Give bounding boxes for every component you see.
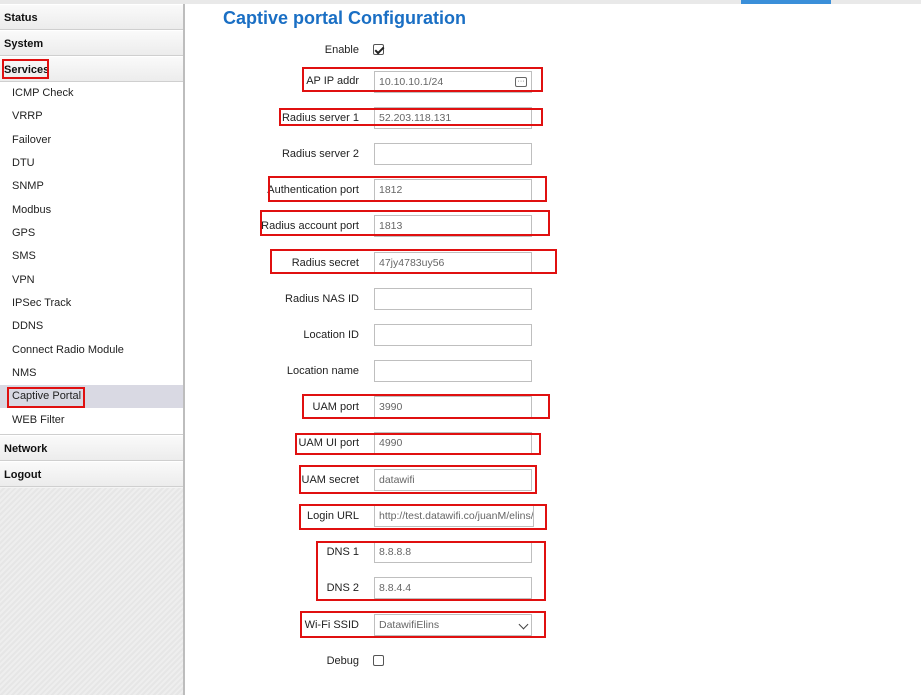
radius-server-2-input[interactable] [374,143,532,165]
sidebar-item-modbus[interactable]: Modbus [0,199,183,222]
sidebar-section-network[interactable]: Network [0,435,183,461]
sidebar-item-ddns[interactable]: DDNS [0,315,183,338]
sidebar-item-icmp-check[interactable]: ICMP Check [0,82,183,105]
sidebar-section-logout[interactable]: Logout [0,461,183,487]
sidebar-item-connect-radio-module[interactable]: Connect Radio Module [0,339,183,362]
radius-server-1-input[interactable]: 52.203.118.131 [374,107,532,129]
sidebar-item-vrrp[interactable]: VRRP [0,105,183,128]
dns-1-label: DNS 1 [326,546,359,558]
uam-ui-port-input[interactable]: 4990 [374,432,532,454]
sidebar-item-dtu[interactable]: DTU [0,152,183,175]
sidebar-item-vpn[interactable]: VPN [0,269,183,292]
authentication-port-input[interactable]: 1812 [374,179,532,201]
sidebar: Status System Services ICMP Check VRRP F… [0,4,185,695]
login-url-label: Login URL [307,510,359,522]
debug-checkbox[interactable] [373,655,384,666]
chevron-down-icon [518,619,529,630]
radius-secret-input[interactable]: 47jy4783uy56 [374,252,532,274]
page-title: Captive portal Configuration [223,8,466,28]
radius-secret-label: Radius secret [291,257,359,269]
authentication-port-label: Authentication port [267,184,359,196]
ap-ip-value: 10.10.10.1/24 [379,76,444,88]
radius-server-2-label: Radius server 2 [281,148,359,160]
sidebar-section-system[interactable]: System [0,30,183,56]
location-name-input[interactable] [374,360,532,382]
sidebar-item-sms[interactable]: SMS [0,245,183,268]
dns-1-input[interactable]: 8.8.8.8 [374,541,532,563]
radius-account-port-input[interactable]: 1813 [374,215,532,237]
dns-2-input[interactable]: 8.8.4.4 [374,577,532,599]
autofill-icon: ··· [515,77,527,87]
debug-label: Debug [326,655,359,667]
services-submenu: ICMP Check VRRP Failover DTU SNMP Modbus… [0,82,183,435]
sidebar-background [0,488,183,695]
sidebar-item-snmp[interactable]: SNMP [0,175,183,198]
location-id-label: Location ID [303,329,359,341]
radius-account-port-label: Radius account port [261,220,359,232]
wifi-ssid-value: DatawifiElins [379,619,440,631]
enable-label: Enable [324,44,359,56]
wifi-ssid-label: Wi-Fi SSID [304,619,359,631]
sidebar-item-gps[interactable]: GPS [0,222,183,245]
uam-secret-label: UAM secret [301,474,359,486]
wifi-ssid-select[interactable]: DatawifiElins [374,614,532,636]
login-url-input[interactable]: http://test.datawifi.co/juanM/elins/lo [374,505,534,527]
dns-2-label: DNS 2 [326,582,359,594]
sidebar-section-services[interactable]: Services [0,56,183,82]
uam-ui-port-label: UAM UI port [298,437,359,449]
sidebar-item-captive-portal[interactable]: Captive Portal [0,385,183,408]
sidebar-item-ipsec-track[interactable]: IPSec Track [0,292,183,315]
radius-nas-id-input[interactable] [374,288,532,310]
ap-ip-input[interactable]: 10.10.10.1/24 ··· [374,71,532,93]
top-accent [741,0,831,4]
sidebar-item-failover[interactable]: Failover [0,129,183,152]
ap-ip-label: AP IP addr [306,75,359,87]
location-id-input[interactable] [374,324,532,346]
enable-checkbox[interactable] [373,44,384,55]
uam-port-input[interactable]: 3990 [374,396,532,418]
sidebar-item-web-filter[interactable]: WEB Filter [0,409,183,432]
radius-nas-id-label: Radius NAS ID [285,293,359,305]
uam-secret-input[interactable]: datawifi [374,469,532,491]
sidebar-section-status[interactable]: Status [0,4,183,30]
location-name-label: Location name [286,365,359,377]
radius-server-1-label: Radius server 1 [281,112,359,124]
sidebar-item-nms[interactable]: NMS [0,362,183,385]
uam-port-label: UAM port [312,401,359,413]
